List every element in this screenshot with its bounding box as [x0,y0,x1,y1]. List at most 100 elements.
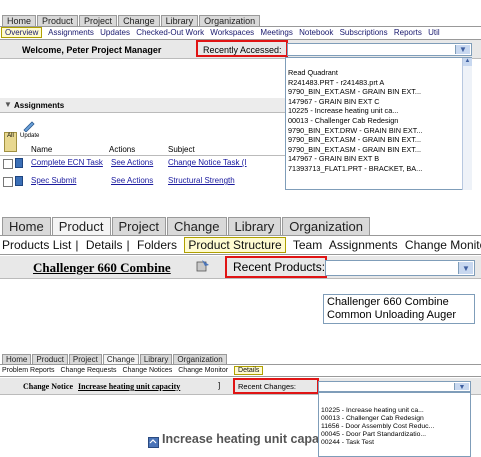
row-actions-link[interactable]: See Actions [111,158,153,167]
chevron-down-icon[interactable]: ▼ [455,45,470,54]
subnav-notebook[interactable]: Notebook [299,28,333,37]
list-item[interactable]: Common Unloading Auger [327,309,471,322]
tab-product[interactable]: Product [32,354,68,364]
list-item[interactable]: 10225 - Increase heating unit ca... [288,106,471,116]
row-subject-link[interactable]: Change Notice Task (I [168,158,286,167]
row-subject-link[interactable]: Structural Strength [168,176,235,185]
list-item[interactable]: Challenger 660 Combine [327,296,471,309]
list-item[interactable]: 00244 - Task Test [321,439,470,447]
list-item[interactable]: 11656 - Door Assembly Cost Reduc... [321,423,470,431]
tab-library[interactable]: Library [227,217,282,235]
column-actions[interactable]: Actions [109,145,135,154]
subnav-product-structure[interactable]: Product Structure [184,237,286,253]
row-checkbox[interactable] [3,159,13,169]
subnav-meetings[interactable]: Meetings [260,28,292,37]
list-scrollbar[interactable]: ▲ [462,58,472,190]
tab-library[interactable]: Library [139,354,173,364]
product-icon[interactable] [196,259,210,273]
table-row: Spec Submit See Actions Structural Stren… [0,175,285,188]
tab-organization[interactable]: Organization [173,354,227,364]
recent-products-list[interactable]: Challenger 660 Combine Common Unloading … [323,294,475,324]
list-item[interactable]: Read Quadrant [288,68,471,78]
subnav-change-monitor[interactable]: Change Monitor [405,238,481,252]
tab-product[interactable]: Product [51,217,111,235]
change-big-title: Increase heating unit capaci [162,432,318,446]
chevron-down-icon[interactable]: ▼ [454,383,469,391]
tab-project[interactable]: Project [79,15,118,26]
update-icon[interactable] [22,119,36,133]
table-row: Complete ECN Task See Actions Change Not… [0,157,285,170]
tab-home[interactable]: Home [2,217,51,235]
subnav-products-list[interactable]: Products List [2,238,71,252]
recent-changes-select[interactable]: ▼ [318,381,471,392]
subnav-checked-out-work[interactable]: Checked-Out Work [136,28,204,37]
scroll-up-icon[interactable]: ▲ [463,58,472,66]
list-item[interactable]: 71393713_FLAT1.PRT - BRACKET, BA... [288,164,471,174]
subnav-change-notices[interactable]: Change Notices [122,367,172,374]
panel-change-details: Home Product Project Change Library Orga… [0,352,481,457]
list-item[interactable]: 147967 - GRAIN BIN EXT B [288,154,471,164]
row-actions-link[interactable]: See Actions [111,176,153,185]
collapse-icon[interactable]: ▼ [4,100,12,109]
recent-accessed-list[interactable]: Read Quadrant R241483.PRT - r241483.prt … [285,57,472,190]
table-header: Name Actions Subject [0,143,285,156]
subnav-team[interactable]: Team [293,238,322,252]
subnav-details[interactable]: Details [234,366,264,375]
row-name-link[interactable]: Spec Submit [31,176,76,185]
column-name[interactable]: Name [31,145,52,154]
subnav-reports[interactable]: Reports [394,28,422,37]
list-item[interactable]: 9790_BIN_EXT.DRW - GRAIN BIN EXT... [288,126,471,136]
chevron-down-icon[interactable]: ▼ [458,262,473,274]
recent-accessed-select[interactable]: ▼ [287,43,472,56]
subnav-details[interactable]: Details [86,238,123,252]
list-item[interactable]: 00013 - Challenger Cab Redesign [288,116,471,126]
subnav-assignments[interactable]: Assignments [48,28,94,37]
recent-products-select[interactable]: ▼ [325,260,475,276]
change-notice-title: Increase heating unit capacity [78,382,181,391]
change-notice-label: Change Notice [23,382,73,391]
bracket-icon: ] [218,381,221,390]
list-item[interactable]: 10225 - Increase heating unit ca... [321,407,470,415]
tab-project[interactable]: Project [111,217,166,235]
subnav-util[interactable]: Util [428,28,440,37]
tab-project[interactable]: Project [68,354,102,364]
subnav-updates[interactable]: Updates [100,28,130,37]
subnav-change-monitor[interactable]: Change Monitor [178,367,228,374]
subnav-folders[interactable]: Folders [137,238,177,252]
subnav-overview[interactable]: Overview [1,27,43,38]
list-item[interactable]: R241483.PRT - r241483.prt A [288,78,471,88]
tab-organization[interactable]: Organization [199,15,261,26]
tab-home[interactable]: Home [2,15,37,26]
subnav-workspaces[interactable]: Workspaces [210,28,254,37]
subnav-change-requests[interactable]: Change Requests [60,367,116,374]
sub-nav: Problem Reports Change Requests Change N… [0,364,481,377]
list-item[interactable]: 9790_BIN_EXT.ASM - GRAIN BIN EXT... [288,87,471,97]
recent-changes-list[interactable]: 10225 - Increase heating unit ca... 0001… [318,392,471,457]
tab-product[interactable]: Product [37,15,79,26]
tab-change[interactable]: Change [118,15,160,26]
sub-nav: Products List | Details | Folders Product … [0,235,481,255]
row-checkbox[interactable] [3,177,13,187]
tab-organization[interactable]: Organization [282,217,370,235]
subnav-assignments[interactable]: Assignments [329,238,398,252]
tab-change[interactable]: Change [102,354,139,364]
update-label: Update [20,133,40,139]
subnav-subscriptions[interactable]: Subscriptions [340,28,388,37]
list-item[interactable]: 147967 - GRAIN BIN EXT C [288,97,471,107]
list-item[interactable]: 9790_BIN_EXT.ASM - GRAIN BIN EXT... [288,145,471,155]
tab-home[interactable]: Home [2,354,32,364]
column-subject[interactable]: Subject [168,145,195,154]
list-item[interactable]: 00013 - Challenger Cab Redesign [321,415,470,423]
welcome-text: Welcome, Peter Project Manager [22,45,162,55]
row-name-link[interactable]: Complete ECN Task [31,158,103,167]
assignments-title: Assignments [14,101,65,110]
tab-library[interactable]: Library [160,15,199,26]
list-item[interactable]: 00045 - Door Part Standardizatio... [321,431,470,439]
divider: | [126,238,130,252]
divider: | [75,238,79,252]
list-item[interactable]: 9790_BIN_EXT.ASM - GRAIN BIN EXT... [288,135,471,145]
subnav-problem-reports[interactable]: Problem Reports [2,367,55,374]
product-title: Challenger 660 Combine [33,260,171,275]
sub-nav: Overview Assignments Updates Checked-Out… [0,26,481,40]
tab-change[interactable]: Change [166,217,227,235]
